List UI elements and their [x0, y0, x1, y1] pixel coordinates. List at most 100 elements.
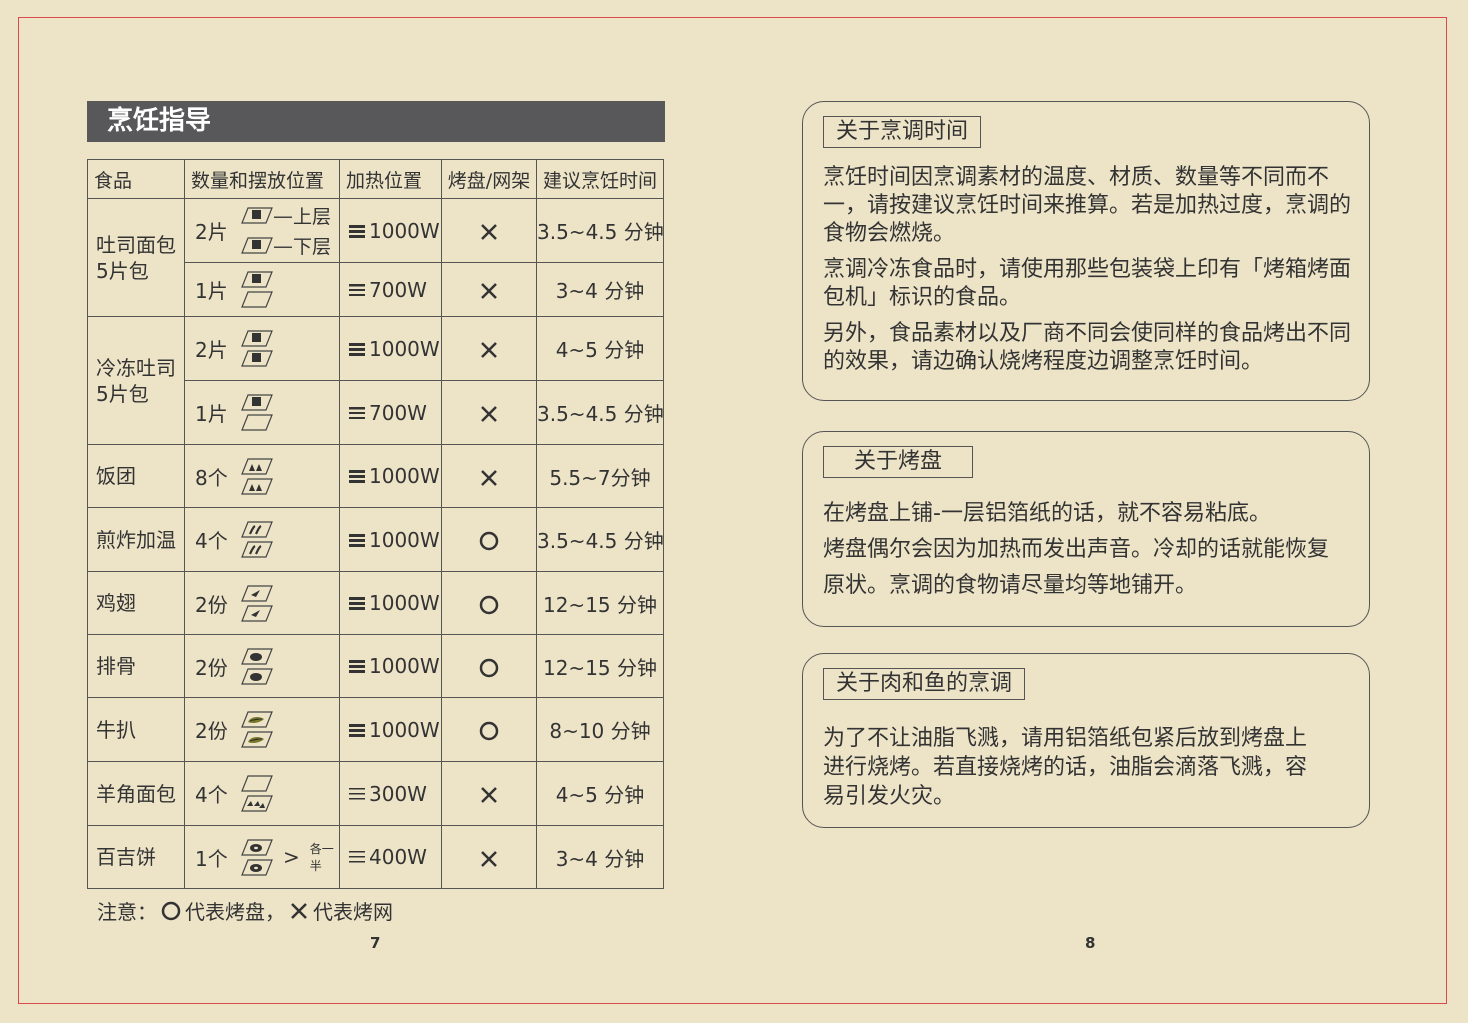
qty-value: 8个 [195, 465, 228, 490]
tray-rib-icon [241, 667, 273, 685]
qty-value: 4个 [195, 529, 228, 553]
qty-cell: 1片 [184, 380, 340, 445]
info-text: 为了不让油脂飞溅，请用铝箔纸包紧后放到烤盘上进行烧烤。若直接烧烤的话，油脂会滴落… [823, 724, 1323, 811]
tray-circle-icon [479, 531, 499, 551]
qty-value: 4个 [195, 783, 228, 807]
tray-bagel-icon [241, 838, 273, 856]
heat-cell: 1000W [339, 198, 442, 263]
qty-cell: 1片 [184, 262, 340, 317]
tray-bread-icon [241, 330, 273, 347]
tray-steak-icon [241, 711, 273, 728]
legend-prefix: 注意： [97, 900, 157, 924]
tray-fried-icon [241, 541, 273, 558]
heat-cell: 1000W [339, 507, 442, 572]
heat-value: 300W [369, 781, 427, 806]
rack-cell [441, 634, 537, 698]
heat-cell: 700W [339, 262, 442, 317]
food-name: 鸡翅 [87, 571, 185, 635]
heat-cell: 1000W [339, 697, 442, 762]
info-paragraph: 为了不让油脂飞溅，请用铝箔纸包紧后放到烤盘上进行烧烤。若直接烧烤的话，油脂会滴落… [823, 726, 1308, 809]
tray-fried-icon [241, 521, 273, 538]
info-box-meat-fish: 关于肉和鱼的烹调 为了不让油脂飞溅，请用铝箔纸包紧后放到烤盘上进行烧烤。若直接烧… [802, 653, 1370, 828]
time-cell: 4~5 分钟 [536, 316, 664, 381]
heat-low-icon [349, 787, 365, 799]
qty-cell: 2片 — 上层 — 下层 [184, 198, 340, 263]
tray-position-label: 上层 [293, 206, 332, 228]
info-title: 关于烤盘 [823, 446, 974, 478]
info-paragraph: 在烤盘上铺-一层铝箔纸的话，就不容易粘底。 [823, 501, 1271, 526]
table-row: 排骨 2份 1000W 12~15 分钟 [87, 634, 664, 698]
time-cell: 5.5~7分钟 [536, 444, 664, 508]
qty-cell: 1个 > 各一半 [184, 825, 340, 889]
food-name: 煎炸加温 [87, 507, 185, 572]
rack-cell [441, 507, 537, 572]
tray-croissant-icon [241, 795, 273, 812]
time-value: 8~10 分钟 [549, 719, 651, 743]
heat-value: 1000W [369, 527, 440, 552]
rack-cell [441, 697, 537, 762]
time-cell: 3.5~4.5 分钟 [536, 198, 664, 263]
header-rack: 烤盘/网架 [441, 159, 537, 199]
table-header-row: 食品 数量和摆放位置 加热位置 烤盘/网架 建议烹饪时间 [87, 159, 664, 199]
food-name: 牛扒 [87, 697, 185, 762]
header-time: 建议烹饪时间 [536, 159, 664, 199]
food-name: 饭团 [87, 444, 185, 508]
time-value: 3.5~4.5 分钟 [537, 529, 664, 553]
rack-cell [441, 198, 537, 263]
time-cell: 4~5 分钟 [536, 761, 664, 826]
tray-empty-icon [241, 414, 273, 431]
time-cell: 3.5~4.5 分钟 [536, 380, 664, 445]
info-box-cooking-time: 关于烹调时间 烹饪时间因烹调素材的温度、材质、数量等不同而不一，请按建议烹饪时间… [802, 101, 1370, 401]
heat-cell: 700W [339, 380, 442, 445]
tray-wing-icon [241, 604, 273, 622]
section-title: 烹饪指导 [87, 101, 665, 142]
qty-value: 2份 [195, 719, 228, 743]
food-name: 排骨 [87, 634, 185, 698]
time-value: 4~5 分钟 [555, 783, 645, 807]
tray-bread-icon [241, 237, 273, 254]
legend: 注意： 代表烤盘， 代表烤网 [97, 896, 393, 925]
heat-value: 1000W [369, 591, 440, 615]
header-qty: 数量和摆放位置 [184, 159, 340, 199]
info-text: 烹饪时间因烹调素材的温度、材质、数量等不同而不一，请按建议烹饪时间来推算。若是加… [823, 164, 1363, 376]
heat-top-icon [349, 283, 365, 296]
info-title: 关于肉和鱼的烹调 [823, 668, 1026, 700]
heat-cell: 1000W [339, 444, 442, 508]
qty-value: 2份 [195, 655, 228, 680]
rack-cell [441, 380, 537, 445]
tray-riceball-icon [241, 457, 273, 475]
info-box-baking-tray: 关于烤盘 在烤盘上铺-一层铝箔纸的话，就不容易粘底。 烤盘偶尔会因为加热而发出声… [802, 431, 1370, 627]
heat-value: 700W [369, 400, 427, 425]
table-row: 饭团 8个 1000W 5.5~7分钟 [87, 444, 664, 508]
qty-cell: 2份 [184, 697, 340, 762]
info-text: 在烤盘上铺-一层铝箔纸的话，就不容易粘底。 烤盘偶尔会因为加热而发出声音。冷却的… [823, 496, 1363, 604]
heat-value: 1000W [369, 464, 440, 488]
time-value: 5.5~7分钟 [549, 465, 651, 490]
header-heat: 加热位置 [339, 159, 442, 199]
food-name: 冷冻吐司 5片包 [87, 316, 185, 445]
page-number-left: 7 [370, 934, 381, 952]
tray-rib-icon [241, 647, 273, 665]
tray-empty-icon [241, 291, 273, 308]
table-row: 吐司面包 5片包 2片 — 上层 — 下层 1000W 3.5~4.5 分钟 [87, 198, 664, 317]
heat-value: 1000W [369, 717, 440, 742]
rack-cross-icon [481, 342, 497, 358]
heat-both-icon [349, 224, 365, 238]
heat-cell: 1000W [339, 634, 442, 698]
tray-circle-icon [479, 658, 499, 677]
tray-bread-icon [241, 350, 273, 367]
qty-cell: 4个 [184, 761, 340, 826]
time-cell: 12~15 分钟 [536, 634, 664, 698]
table-row: 冷冻吐司 5片包 2片 1000W 4~5 分钟 [87, 316, 664, 445]
rack-cross-icon [481, 224, 497, 240]
qty-value: 2片 [195, 220, 228, 244]
time-value: 12~15 分钟 [542, 592, 657, 617]
tray-wing-icon [241, 584, 273, 602]
heat-cell: 1000W [339, 571, 442, 635]
info-paragraph: 烹调冷冻食品时，请使用那些包装袋上印有「烤箱烤面包机」标识的食品。 [823, 257, 1352, 310]
tray-circle-icon [479, 595, 499, 614]
qty-cell: 2份 [184, 634, 340, 698]
tray-bread-icon [241, 271, 273, 288]
rack-cell [441, 825, 537, 889]
info-paragraph: 烹饪时间因烹调素材的温度、材质、数量等不同而不一，请按建议烹饪时间来推算。若是加… [823, 165, 1352, 246]
